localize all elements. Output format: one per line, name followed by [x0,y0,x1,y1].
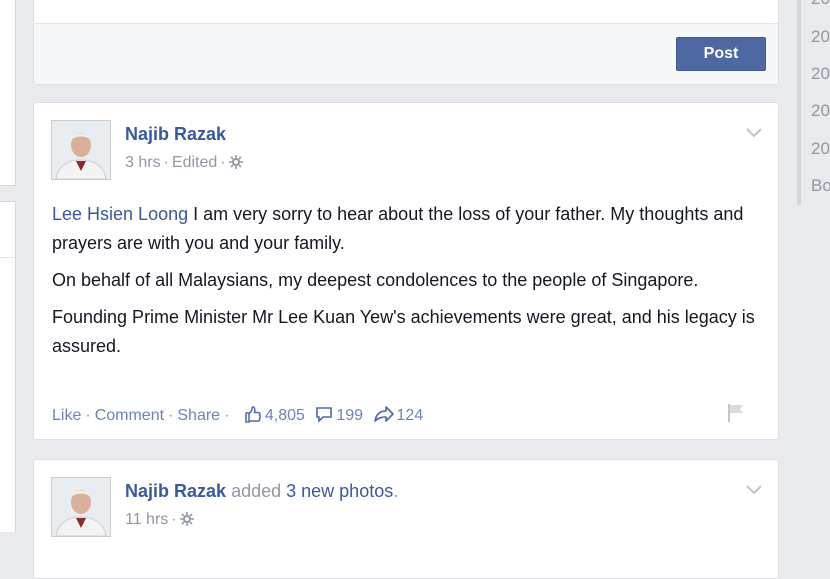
post-paragraph: Founding Prime Minister Mr Lee Kuan Yew'… [52,307,755,356]
divider [0,257,15,258]
year-link[interactable]: Bo [811,176,830,196]
comment-count[interactable]: 199 [315,407,363,424]
post-paragraph: Lee Hsien Loong I am very sorry to hear … [52,204,744,253]
post-action-text: added [231,481,282,501]
timeline-scroll-track [797,0,801,205]
share-link[interactable]: Share [177,407,220,424]
flag-icon[interactable] [726,403,746,428]
photos-link[interactable]: 3 new photos [286,481,393,501]
share-icon [373,406,394,422]
comment-link[interactable]: Comment [95,407,164,424]
year-link[interactable]: 20 [811,0,830,9]
year-link[interactable]: 20 [811,64,830,84]
chevron-down-icon[interactable] [746,482,762,500]
post-text: Lee Hsien Loong I am very sorry to hear … [52,200,757,369]
post-author[interactable]: Najib Razak [125,481,226,501]
like-count[interactable]: 4,805 [244,406,305,424]
comment-icon [316,407,333,423]
post-meta: 11 hrs · [125,511,194,529]
profile-photo[interactable] [51,477,111,537]
year-link[interactable]: 20 [811,101,830,121]
post-meta: 3 hrs · Edited · [125,154,243,172]
like-link[interactable]: Like [52,407,81,424]
year-link[interactable]: 20 [811,27,830,47]
left-column-panel [0,201,16,532]
post-author[interactable]: Najib Razak [125,124,226,145]
post-actions: Like · Comment · Share · 4,805 199 124 [52,406,424,424]
post-timestamp[interactable]: 11 hrs [125,511,168,528]
composer-footer [34,23,778,84]
chevron-down-icon[interactable] [746,125,762,143]
post-timestamp[interactable]: 3 hrs [125,154,161,171]
edited-label[interactable]: Edited [172,154,217,171]
globe-icon[interactable] [228,154,243,171]
post-button[interactable]: Post [676,37,766,71]
year-link[interactable]: 20 [811,139,830,159]
feed-post: Najib Razak 3 hrs · Edited · Lee Hsien Loon… [33,102,779,440]
profile-photo[interactable] [51,120,111,180]
thumbs-up-icon [245,406,261,423]
feed-post: Najib Razak added 3 new photos. 11 hrs · [33,459,779,579]
globe-icon[interactable] [179,511,194,528]
post-paragraph: On behalf of all Malaysians, my deepest … [52,270,699,290]
left-column-panel-top [0,0,16,186]
share-count[interactable]: 124 [373,406,423,424]
timeline-year-list: 20 20 20 20 20 Bo [797,0,830,205]
post-author-line: Najib Razak added 3 new photos. [125,481,399,501]
mention-link[interactable]: Lee Hsien Loong [52,204,188,224]
composer-card: Post [33,0,779,85]
